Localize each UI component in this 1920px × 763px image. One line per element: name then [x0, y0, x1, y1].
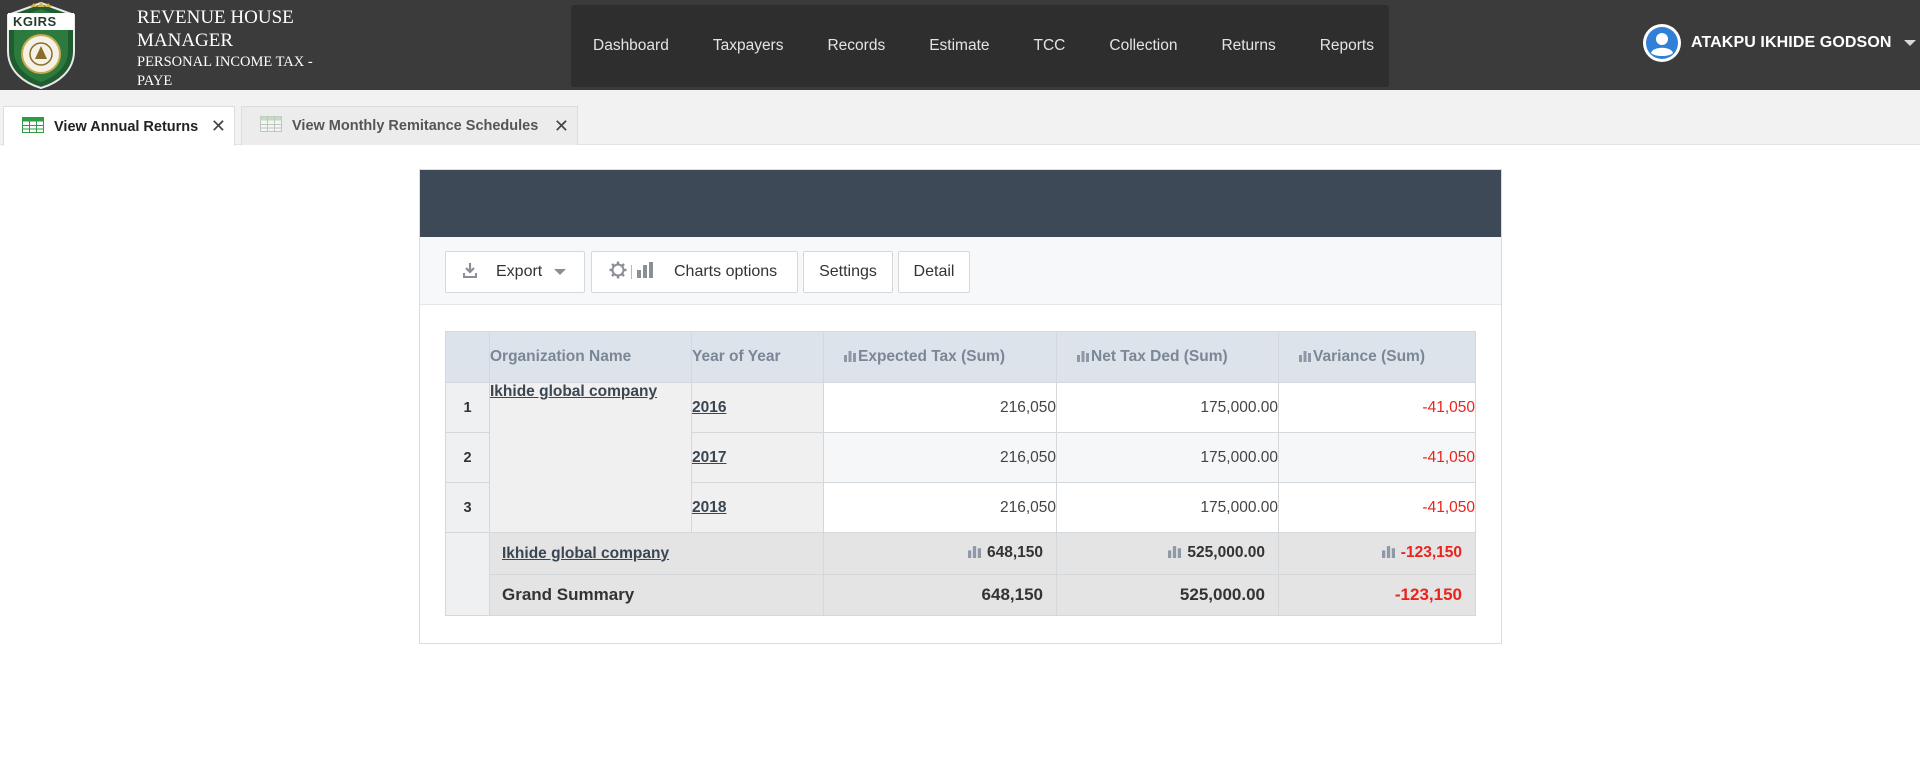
column-header-label: Variance (Sum) [1313, 347, 1425, 365]
expected-tax-cell[interactable]: 216,050 [823, 432, 1057, 483]
bar-chart-icon [844, 349, 856, 367]
app-brand: REVENUE HOUSE MANAGER PERSONAL INCOME TA… [137, 6, 347, 91]
gear-icon [609, 261, 627, 284]
year-link[interactable]: 2017 [692, 449, 726, 466]
separator-icon [631, 265, 632, 279]
tab-label: View Annual Returns [54, 118, 199, 135]
nav-collection[interactable]: Collection [1109, 37, 1177, 55]
year-cell: 2018 [691, 482, 824, 533]
table-row: 1 Ikhide global company 2016 216,050 175… [445, 382, 1476, 533]
year-link[interactable]: 2018 [692, 499, 726, 516]
app-subtitle: PERSONAL INCOME TAX - PAYE [137, 54, 313, 89]
net-tax-ded-cell[interactable]: 175,000.00 [1056, 382, 1279, 433]
tab-view-monthly-remitance-schedules[interactable]: View Monthly Remitance Schedules ✕ [241, 106, 578, 145]
main-nav: Dashboard Taxpayers Records Estimate TCC… [571, 5, 1389, 87]
subtotal-row: Ikhide global company 648,150 525,000.00… [445, 532, 1476, 616]
user-name: ATAKPU IKHIDE GODSON [1691, 34, 1892, 51]
grand-variance-cell[interactable]: -123,150 [1278, 574, 1476, 616]
subtotal-variance-value: -123,150 [1400, 544, 1462, 561]
nav-estimate[interactable]: Estimate [929, 37, 989, 55]
table-grid-icon [260, 116, 282, 136]
chevron-down-icon[interactable] [1903, 40, 1916, 46]
pivot-table: Organization Name Year of Year Expected … [445, 331, 1476, 616]
subtotal-expected-cell[interactable]: 648,150 [823, 532, 1057, 575]
nav-returns[interactable]: Returns [1221, 37, 1275, 55]
nav-taxpayers[interactable]: Taxpayers [713, 37, 784, 55]
column-header-expected-tax[interactable]: Expected Tax (Sum) [823, 331, 1057, 383]
variance-cell[interactable]: -41,050 [1278, 382, 1476, 433]
column-header-year[interactable]: Year of Year [691, 331, 824, 383]
nav-reports[interactable]: Reports [1320, 37, 1374, 55]
export-label: Export [496, 263, 543, 280]
year-link[interactable]: 2016 [692, 399, 726, 416]
subtotal-net-cell[interactable]: 525,000.00 [1056, 532, 1279, 575]
download-icon [463, 262, 477, 283]
column-header-label: Expected Tax (Sum) [858, 347, 1006, 365]
tab-view-annual-returns[interactable]: View Annual Returns ✕ [3, 106, 235, 146]
net-tax-ded-cell[interactable]: 175,000.00 [1056, 432, 1279, 483]
subtotal-organization-link[interactable]: Ikhide global company [502, 545, 669, 562]
organization-link[interactable]: Ikhide global company [490, 383, 657, 400]
subtotal-expected-value: 648,150 [986, 544, 1043, 561]
chevron-down-icon [554, 269, 567, 275]
nav-dashboard[interactable]: Dashboard [593, 37, 669, 55]
bar-chart-icon [1381, 545, 1395, 563]
grand-summary-row: Grand Summary 648,150 525,000.00 -123,15… [446, 574, 1476, 616]
subtotal-label-cell: Ikhide global company [489, 532, 824, 575]
column-header-organization[interactable]: Organization Name [489, 331, 692, 383]
pivot-report-panel: Export Charts options Settings Detail Or… [419, 169, 1502, 644]
organization-cell: Ikhide global company [489, 382, 692, 533]
detail-button[interactable]: Detail [898, 251, 970, 293]
corner-cell [445, 331, 490, 383]
close-icon[interactable]: ✕ [554, 117, 569, 135]
settings-label: Settings [819, 263, 877, 280]
detail-label: Detail [913, 263, 955, 280]
top-header: KGIRS REVENUE HOUSE MANAGER PERSONAL INC… [0, 0, 1920, 90]
variance-cell[interactable]: -41,050 [1278, 432, 1476, 483]
row-number: 1 [445, 382, 490, 433]
app-title: REVENUE HOUSE MANAGER [137, 7, 294, 51]
table-header-row: Organization Name Year of Year Expected … [445, 331, 1476, 383]
pivot-toolbar: Export Charts options Settings Detail [420, 237, 1501, 305]
year-cell: 2017 [691, 432, 824, 483]
column-header-variance[interactable]: Variance (Sum) [1278, 331, 1476, 383]
bar-chart-icon [1299, 349, 1311, 367]
panel-header-bar [420, 170, 1501, 237]
row-number: 3 [445, 482, 490, 533]
row-number: 2 [445, 432, 490, 483]
expected-tax-cell[interactable]: 216,050 [823, 482, 1057, 533]
tab-strip: View Annual Returns ✕ View Monthly Remit… [0, 90, 1920, 146]
charts-options-label: Charts options [674, 263, 778, 280]
expected-tax-cell[interactable]: 216,050 [823, 382, 1057, 433]
year-cell: 2016 [691, 382, 824, 433]
column-header-net-tax-ded[interactable]: Net Tax Ded (Sum) [1056, 331, 1279, 383]
charts-options-button[interactable]: Charts options [591, 251, 798, 293]
bar-chart-icon [637, 261, 654, 283]
export-button[interactable]: Export [445, 251, 585, 293]
net-tax-ded-cell[interactable]: 175,000.00 [1056, 482, 1279, 533]
user-menu[interactable]: ATAKPU IKHIDE GODSON [1643, 24, 1916, 62]
row-number-blank [445, 532, 490, 616]
user-avatar-icon [1643, 24, 1681, 62]
subtotal-net-value: 525,000.00 [1187, 544, 1265, 561]
bar-chart-icon [1077, 349, 1089, 367]
grand-net-cell[interactable]: 525,000.00 [1056, 574, 1279, 616]
grand-summary-label: Grand Summary [489, 574, 824, 616]
table-grid-icon [22, 116, 44, 137]
column-header-label: Net Tax Ded (Sum) [1091, 347, 1228, 365]
nav-tcc[interactable]: TCC [1034, 37, 1066, 55]
grand-expected-cell[interactable]: 648,150 [823, 574, 1057, 616]
close-icon[interactable]: ✕ [211, 117, 226, 135]
variance-cell[interactable]: -41,050 [1278, 482, 1476, 533]
tab-label: View Monthly Remitance Schedules [292, 118, 539, 134]
pivot-grid: Organization Name Year of Year Expected … [445, 331, 1476, 616]
bar-chart-icon [967, 545, 981, 563]
logo-text: KGIRS [13, 14, 57, 29]
nav-records[interactable]: Records [827, 37, 885, 55]
bar-chart-icon [1168, 545, 1182, 563]
subtotal-variance-cell[interactable]: -123,150 [1278, 532, 1476, 575]
settings-button[interactable]: Settings [803, 251, 893, 293]
